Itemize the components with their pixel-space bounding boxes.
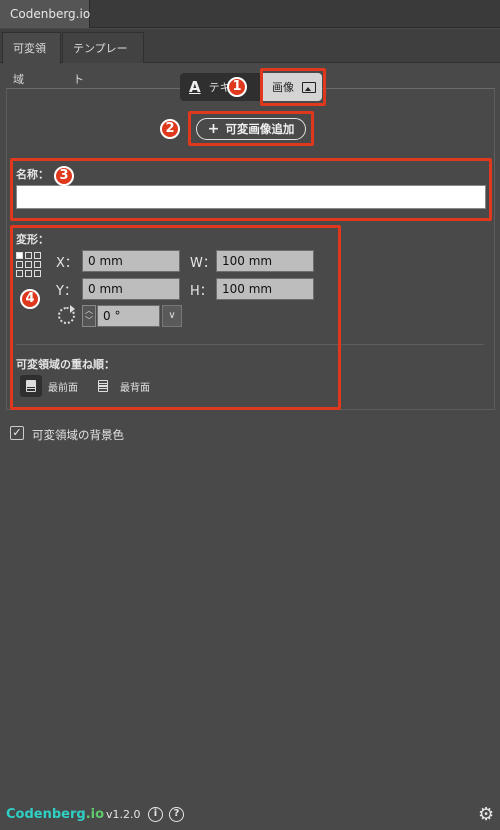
check-icon: ✓	[12, 426, 22, 439]
background-color-checkbox[interactable]: ✓	[10, 426, 24, 440]
footer: Codenberg.io v1.2.0 i ? ⚙	[0, 800, 500, 830]
gear-icon[interactable]: ⚙	[478, 804, 494, 825]
annotation-box-3	[10, 158, 492, 221]
tab-template[interactable]: テンプレート	[62, 32, 144, 86]
background-color-label: 可変領域の背景色	[32, 428, 124, 442]
annotation-badge-3: 3	[54, 166, 74, 186]
annotation-badge-2: 2	[160, 119, 180, 139]
info-icon[interactable]: i	[148, 807, 163, 822]
text-icon: A	[189, 78, 201, 96]
text-mode-button[interactable]: A テキ	[180, 73, 260, 101]
annotation-badge-4: 4	[20, 289, 40, 309]
tab-variable-area[interactable]: 可変領域	[2, 32, 61, 86]
app-title: Codenberg.io	[0, 0, 90, 28]
annotation-badge-1: 1	[227, 77, 247, 97]
annotation-box-2	[188, 111, 314, 146]
codenberg-logo: Codenberg.io	[6, 807, 105, 822]
title-bar: Codenberg.io	[0, 0, 500, 28]
annotation-box-4	[10, 225, 341, 410]
annotation-box-1	[260, 68, 326, 106]
help-icon[interactable]: ?	[169, 807, 184, 822]
tab-bar: 可変領域 テンプレート	[0, 29, 500, 86]
version-label: v1.2.0	[106, 808, 141, 821]
